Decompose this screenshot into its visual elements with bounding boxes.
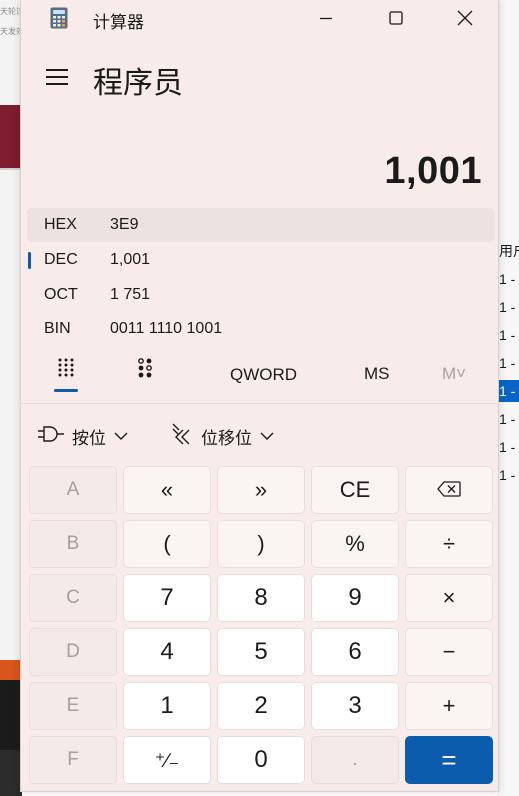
logic-gate-icon xyxy=(38,425,64,448)
key-e[interactable]: E xyxy=(29,682,117,730)
divider xyxy=(21,403,498,404)
bit-shift-dropdown[interactable]: 位移位 xyxy=(171,420,274,452)
key-divide[interactable]: ÷ xyxy=(405,520,493,568)
key-backspace[interactable] xyxy=(405,466,493,514)
background-table-cell: 1 - xyxy=(499,467,516,483)
backspace-icon xyxy=(437,477,461,503)
calculator-window: 计算器 程序员 1,001 HEX 3E9 DEC 1,001 OCT 1 75… xyxy=(20,0,499,792)
close-icon xyxy=(457,10,473,26)
memory-recall-button[interactable]: M˅ xyxy=(442,364,466,384)
background-table-cell: 1 - xyxy=(499,327,516,343)
radix-value: 1 751 xyxy=(110,286,151,303)
key-c[interactable]: C xyxy=(29,574,117,622)
background-text: 天轮过 xyxy=(0,7,22,16)
key-d[interactable]: D xyxy=(29,628,117,676)
full-keypad-tab[interactable] xyxy=(45,353,87,387)
key-5[interactable]: 5 xyxy=(217,628,305,676)
key-6[interactable]: 6 xyxy=(311,628,399,676)
key-negate[interactable]: ⁺∕₋ xyxy=(123,736,211,784)
radix-value: 1,001 xyxy=(110,251,151,268)
key-open-paren[interactable]: ( xyxy=(123,520,211,568)
key-b[interactable]: B xyxy=(29,520,117,568)
word-size-button[interactable]: QWORD xyxy=(230,365,297,385)
key-percent[interactable]: % xyxy=(311,520,399,568)
background-table-cell: 1 - xyxy=(499,299,516,315)
memory-store-button[interactable]: MS xyxy=(364,364,390,384)
key-decimal[interactable]: . xyxy=(311,736,399,784)
background-table-cell: 1 - xyxy=(499,355,516,371)
background-table-cell-selected: 1 - xyxy=(497,380,519,402)
background-table-cell: 1 - xyxy=(499,411,516,427)
key-4[interactable]: 4 xyxy=(123,628,211,676)
maximize-button[interactable] xyxy=(367,0,425,36)
bit-shift-icon xyxy=(171,422,193,451)
navigation-menu-button[interactable] xyxy=(40,62,74,96)
hamburger-menu-icon xyxy=(45,68,69,91)
key-3[interactable]: 3 xyxy=(311,682,399,730)
radix-value: 3E9 xyxy=(110,216,139,233)
background-dark-area xyxy=(0,750,22,796)
chevron-down-icon xyxy=(260,426,274,446)
key-rotate-right[interactable]: » xyxy=(217,466,305,514)
background-table-header: 用户 xyxy=(499,243,519,259)
minimize-button[interactable] xyxy=(297,0,355,36)
radix-row-dec[interactable]: DEC 1,001 xyxy=(27,243,495,277)
radix-label: HEX xyxy=(44,216,77,233)
key-rotate-left[interactable]: « xyxy=(123,466,211,514)
window-title: 计算器 xyxy=(93,13,144,32)
chevron-down-icon xyxy=(114,426,128,446)
radix-value: 0011 1110 1001 xyxy=(110,320,223,337)
selected-indicator xyxy=(28,252,31,269)
key-equals[interactable]: = xyxy=(405,736,493,784)
bitwise-dropdown[interactable]: 按位 xyxy=(38,420,128,452)
key-subtract[interactable]: − xyxy=(405,628,493,676)
key-1[interactable]: 1 xyxy=(123,682,211,730)
key-close-paren[interactable]: ) xyxy=(217,520,305,568)
key-multiply[interactable]: × xyxy=(405,574,493,622)
key-7[interactable]: 7 xyxy=(123,574,211,622)
radix-label: BIN xyxy=(44,320,71,337)
minimize-icon xyxy=(319,11,333,25)
key-9[interactable]: 9 xyxy=(311,574,399,622)
background-banner xyxy=(0,105,22,168)
maximize-icon xyxy=(389,11,403,25)
key-f[interactable]: F xyxy=(29,736,117,784)
background-divider xyxy=(0,168,22,170)
radix-label: OCT xyxy=(44,286,78,303)
background-window-right: 用户 1 - 1 - 1 - 1 - 1 - 1 - 1 - 1 - xyxy=(497,0,519,796)
key-0[interactable]: 0 xyxy=(217,736,305,784)
bit-toggling-keypad-icon xyxy=(136,357,154,384)
calculator-icon xyxy=(50,7,68,29)
radix-row-bin[interactable]: BIN 0011 1110 1001 xyxy=(27,312,495,346)
radix-label: DEC xyxy=(44,251,78,268)
background-window-left: 天轮过 天发效 xyxy=(0,0,22,796)
bitwise-label: 按位 xyxy=(72,428,106,448)
title-bar[interactable]: 计算器 xyxy=(21,0,498,36)
result-display: 1,001 xyxy=(384,150,482,192)
background-text: 天发效 xyxy=(0,27,22,36)
full-keypad-icon xyxy=(57,357,75,384)
key-2[interactable]: 2 xyxy=(217,682,305,730)
key-clear-entry[interactable]: CE xyxy=(311,466,399,514)
key-a[interactable]: A xyxy=(29,466,117,514)
background-bar xyxy=(0,660,22,680)
key-8[interactable]: 8 xyxy=(217,574,305,622)
radix-row-oct[interactable]: OCT 1 751 xyxy=(27,278,495,312)
key-add[interactable]: + xyxy=(405,682,493,730)
radix-row-hex[interactable]: HEX 3E9 xyxy=(27,208,495,242)
mode-title: 程序员 xyxy=(93,67,183,100)
close-button[interactable] xyxy=(436,0,494,36)
background-table-cell: 1 - xyxy=(499,439,516,455)
bit-toggling-keypad-tab[interactable] xyxy=(124,353,166,387)
bit-shift-label: 位移位 xyxy=(201,428,252,448)
background-table-cell: 1 - xyxy=(499,271,516,287)
active-tab-indicator xyxy=(54,389,78,392)
